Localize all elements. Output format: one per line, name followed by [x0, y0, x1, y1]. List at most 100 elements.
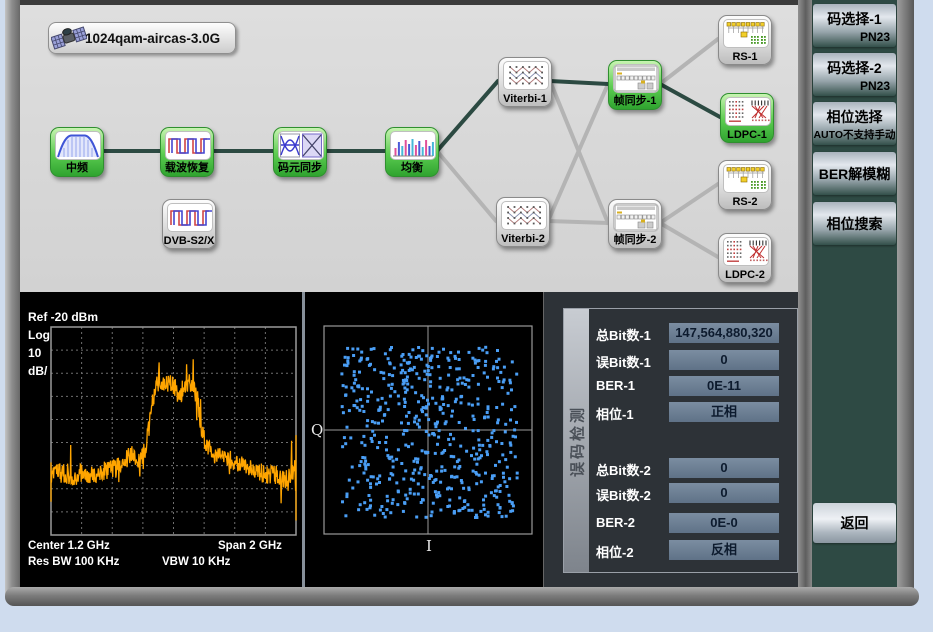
node-label: LDPC-1: [727, 129, 767, 141]
constellation-plot: [305, 292, 543, 587]
edge-eq-viterbi2: [437, 151, 496, 221]
sidebar-button-code-select-1[interactable]: 码选择-1PN23: [813, 4, 896, 47]
ber-row: 误Bit数-2 0: [596, 483, 792, 503]
ber-row: BER-20E-0: [596, 513, 792, 533]
edge-eq-viterbi1: [437, 81, 498, 151]
sidebar-button-label: 码选择-1: [813, 9, 896, 29]
node-label: RS-1: [732, 51, 757, 63]
sidebar-button-phase-search[interactable]: 相位搜索: [813, 202, 896, 245]
signal-title-label: 1024qam-aircas-3.0G: [85, 31, 220, 46]
ber-side-strip: 误码检测: [564, 309, 589, 572]
node-carrier[interactable]: 载波恢复: [160, 127, 214, 177]
ber-row: 相位-2 反相: [596, 540, 792, 560]
sidebar-button-sublabel: PN23: [860, 30, 890, 44]
ber-row: 总Bit数-1 147,564,880,320: [596, 323, 792, 343]
squarewave-icon: [165, 131, 211, 160]
rs-icon: [723, 19, 769, 48]
ber-row-value: 147,564,880,320: [669, 323, 779, 343]
spectrum-unit-label: dB/: [28, 364, 47, 378]
ber-row-value: 正相: [669, 402, 779, 422]
app-window: 1024qam-aircas-3.0G 中频 载波恢复 DVB-S2/X 码元同步 均衡…: [0, 0, 933, 632]
equalizer-icon: [390, 131, 436, 160]
node-label: LDPC-2: [725, 269, 765, 281]
edge-frame2-ldpc2: [660, 223, 718, 257]
node-label: DVB-S2/X: [164, 235, 215, 247]
edge-frame2-rs2: [660, 184, 718, 223]
ber-row-value: 0: [669, 350, 779, 370]
node-viterbi2[interactable]: Viterbi-2: [496, 197, 550, 247]
ber-row-label: BER-1: [596, 378, 635, 393]
spectrum-span-label: Span 2 GHz: [218, 540, 282, 552]
spectrum-scale-label: 10: [28, 346, 41, 360]
sidebar-button-sublabel: PN23: [860, 79, 890, 93]
spectrum-log-label: Log: [28, 328, 50, 342]
spectrum-panel: Ref -20 dBm Log 10 dB/ Center 1.2 GHz Sp…: [20, 292, 302, 587]
rs-icon: [723, 164, 769, 193]
edge-frame1-rs1: [660, 39, 718, 84]
sidebar-button-ber-deambiguity[interactable]: BER解模糊: [813, 152, 896, 195]
node-eq[interactable]: 均衡: [385, 127, 439, 177]
signal-title-button[interactable]: 1024qam-aircas-3.0G: [48, 22, 236, 54]
spectrum-vbw-label: VBW 10 KHz: [162, 556, 230, 568]
edge-frame1-ldpc1: [660, 84, 720, 117]
frame-icon: [613, 64, 659, 93]
frame-right: [897, 0, 914, 604]
node-frame1[interactable]: 帧同步-1: [608, 60, 662, 110]
ber-row-label: 误Bit数-2: [596, 485, 651, 504]
ldpc-icon: [725, 97, 771, 126]
satellite-icon: [51, 23, 87, 53]
q-axis-label: Q: [311, 421, 323, 439]
node-frame2[interactable]: 帧同步-2: [608, 199, 662, 249]
sidebar: 码选择-1PN23码选择-2PN23相位选择AUTO不支持手动BER解模糊相位搜…: [812, 0, 897, 590]
node-label: 帧同步-1: [614, 92, 657, 108]
node-label: Viterbi-2: [501, 233, 545, 245]
node-if[interactable]: 中频: [50, 127, 104, 177]
ber-panel: 误码检测 总Bit数-1 147,564,880,320 误Bit数-1 0 BER-1…: [543, 292, 798, 587]
node-label: Viterbi-1: [503, 93, 547, 105]
ber-row-value: 0: [669, 458, 779, 478]
eye-icon: [278, 131, 324, 160]
squarewave-icon: [167, 203, 213, 232]
node-rs2[interactable]: RS-2: [718, 160, 772, 210]
constellation-panel: Q I: [305, 292, 543, 587]
bandpass-icon: [55, 131, 101, 160]
node-ldpc1[interactable]: LDPC-1: [720, 93, 774, 143]
node-label: 码元同步: [278, 159, 322, 175]
ber-row-label: 相位-2: [596, 542, 634, 561]
sidebar-button-label: 相位选择: [813, 107, 896, 127]
frame-bottom: [5, 587, 919, 606]
node-label: 中频: [66, 159, 88, 175]
trellis-icon: [503, 61, 549, 90]
sidebar-button-label: 码选择-2: [813, 58, 896, 78]
node-viterbi1[interactable]: Viterbi-1: [498, 57, 552, 107]
ber-row: 相位-1 正相: [596, 402, 792, 422]
spectrum-rbw-label: Res BW 100 KHz: [28, 556, 119, 568]
ber-row-value: 0: [669, 483, 779, 503]
sidebar-button-label: 相位搜索: [813, 214, 896, 234]
sidebar-button-sublabel: AUTO不支持手动: [813, 127, 896, 142]
ber-row-value: 反相: [669, 540, 779, 560]
ber-panel-border: [563, 308, 798, 573]
flow-diagram-panel: 1024qam-aircas-3.0G 中频 载波恢复 DVB-S2/X 码元同步 均衡…: [20, 0, 798, 292]
spectrum-ref-label: Ref -20 dBm: [28, 310, 98, 324]
node-label: 载波恢复: [165, 159, 209, 175]
ber-row: 总Bit数-2 0: [596, 458, 792, 478]
ber-row-label: 误Bit数-1: [596, 352, 651, 371]
node-symsync[interactable]: 码元同步: [273, 127, 327, 177]
ber-row-value: 0E-11: [669, 376, 779, 396]
ber-row-label: 相位-1: [596, 404, 634, 423]
ber-row-label: 总Bit数-2: [596, 460, 651, 479]
node-label: 帧同步-2: [614, 231, 657, 247]
sidebar-button-phase-select[interactable]: 相位选择AUTO不支持手动: [813, 102, 896, 145]
ber-row-label: BER-2: [596, 515, 635, 530]
node-rs1[interactable]: RS-1: [718, 15, 772, 65]
back-button[interactable]: 返回: [813, 503, 896, 543]
frame-left: [5, 0, 20, 604]
sidebar-button-code-select-2[interactable]: 码选择-2PN23: [813, 53, 896, 96]
ber-row-label: 总Bit数-1: [596, 325, 651, 344]
edge-viterbi1-frame1: [550, 81, 608, 84]
trellis-icon: [501, 201, 547, 230]
spectrum-center-label: Center 1.2 GHz: [28, 540, 110, 552]
node-ldpc2[interactable]: LDPC-2: [718, 233, 772, 283]
node-dvb[interactable]: DVB-S2/X: [162, 199, 216, 249]
